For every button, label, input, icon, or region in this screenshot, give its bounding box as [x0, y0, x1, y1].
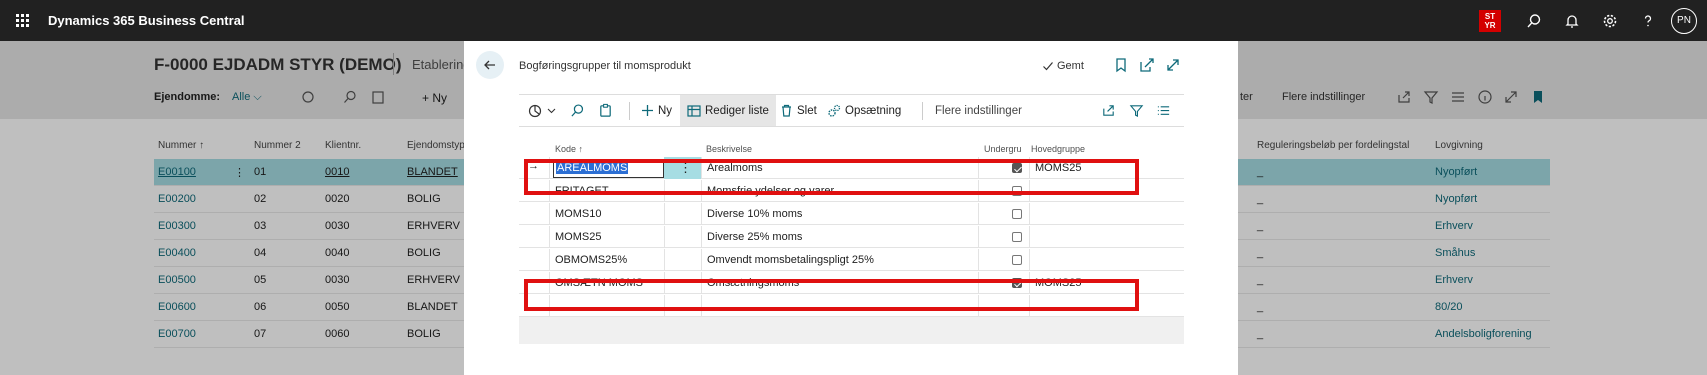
- chevron-down-icon: [547, 108, 556, 114]
- dialog-title: Bogføringsgrupper til momsprodukt: [519, 60, 691, 72]
- checkmark-icon: [1043, 62, 1053, 71]
- app-launcher-icon[interactable]: [4, 0, 40, 41]
- setup-button[interactable]: Opsætning: [827, 95, 901, 126]
- saved-status: Gemt: [1042, 60, 1084, 72]
- subgroup-checkbox[interactable]: [1012, 209, 1022, 219]
- vat-posting-groups-dialog: Bogføringsgrupper til momsprodukt Gemt N…: [464, 41, 1238, 375]
- help-icon[interactable]: [1629, 0, 1667, 41]
- list-view-icon[interactable]: [1156, 103, 1171, 118]
- plus-icon: [642, 105, 653, 116]
- column-header-code[interactable]: Kode ↑: [555, 144, 583, 154]
- grid-footer: [519, 317, 1184, 344]
- edit-list-icon: [687, 104, 701, 117]
- expand-icon[interactable]: [1165, 57, 1181, 73]
- highlight-box-omsaetn-moms: [524, 279, 1139, 311]
- subgroup-checkbox[interactable]: [1012, 255, 1022, 265]
- search-icon[interactable]: [1515, 0, 1553, 41]
- edit-list-button[interactable]: Rediger liste: [680, 95, 776, 126]
- delete-button[interactable]: Slet: [780, 95, 817, 126]
- show-as-button[interactable]: [598, 95, 613, 126]
- table-row[interactable]: MOMS25 Diverse 25% moms: [519, 226, 1184, 248]
- app-title[interactable]: Dynamics 365 Business Central: [48, 13, 245, 28]
- highlight-box-arealmoms: [524, 159, 1139, 195]
- analysis-mode-button[interactable]: [527, 95, 556, 126]
- setup-gears-icon: [828, 104, 841, 117]
- company-badge[interactable]: ST YR: [1479, 9, 1501, 32]
- new-button[interactable]: Ny: [641, 95, 672, 126]
- trash-icon: [782, 104, 791, 117]
- column-header-description[interactable]: Beskrivelse: [706, 144, 752, 154]
- search-icon: [571, 104, 584, 117]
- open-new-window-icon[interactable]: [1139, 57, 1155, 73]
- share-icon[interactable]: [1101, 103, 1116, 118]
- more-options-button[interactable]: Flere indstillinger: [935, 95, 1022, 126]
- column-header-subgroup[interactable]: Undergru: [984, 144, 1022, 154]
- gear-icon[interactable]: [1591, 0, 1629, 41]
- clipboard-icon: [600, 103, 611, 117]
- filter-icon[interactable]: [1129, 103, 1144, 118]
- search-button[interactable]: [570, 95, 585, 126]
- table-row[interactable]: MOMS10 Diverse 10% moms: [519, 203, 1184, 225]
- avatar[interactable]: PN: [1671, 7, 1697, 34]
- bell-icon[interactable]: [1553, 0, 1591, 41]
- bookmark-icon[interactable]: [1113, 57, 1129, 73]
- column-header-main-group[interactable]: Hovedgruppe: [1031, 144, 1085, 154]
- table-row[interactable]: OBMOMS25% Omvendt momsbetalingspligt 25%: [519, 249, 1184, 271]
- analysis-icon: [528, 104, 542, 117]
- dialog-toolbar: Ny Rediger liste Slet Opsætning Flere in…: [519, 94, 1184, 127]
- arrow-left-icon: [484, 60, 495, 70]
- app-bar: Dynamics 365 Business Central ST YR PN: [0, 0, 1707, 41]
- subgroup-checkbox[interactable]: [1012, 232, 1022, 242]
- back-button[interactable]: [476, 51, 504, 79]
